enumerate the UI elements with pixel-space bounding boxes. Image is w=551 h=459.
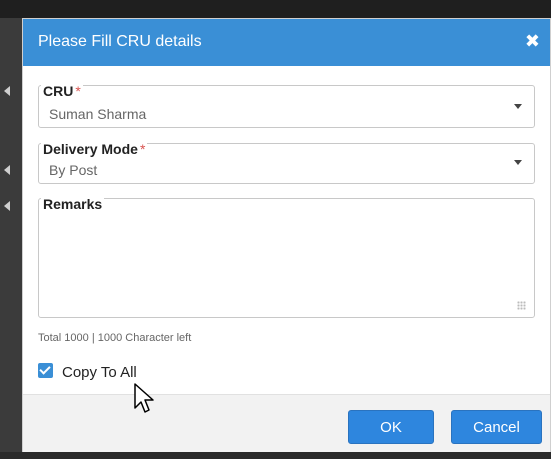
copy-to-all-label[interactable]: Copy To All	[62, 364, 137, 381]
close-icon[interactable]: ✖	[525, 31, 540, 52]
delivery-mode-select[interactable]: Delivery Mode * By Post	[38, 141, 535, 184]
cru-label: CRU *	[41, 83, 83, 99]
required-mark: *	[139, 141, 146, 157]
chevron-down-icon[interactable]	[514, 104, 522, 109]
backdrop-bottom	[0, 452, 551, 459]
cru-select[interactable]: CRU * Suman Sharma	[38, 83, 535, 128]
backdrop-left	[0, 18, 22, 459]
delivery-mode-label: Delivery Mode *	[41, 141, 148, 157]
cancel-button[interactable]: Cancel	[451, 410, 542, 444]
ok-button[interactable]: OK	[348, 410, 434, 444]
copy-to-all-checkbox[interactable]	[38, 363, 53, 378]
arrow-left-icon	[4, 201, 10, 211]
dialog-title: Please Fill CRU details	[38, 33, 202, 50]
remarks-textarea[interactable]: Remarks	[38, 196, 535, 318]
cru-selected-value: Suman Sharma	[49, 106, 147, 122]
character-counter: Total 1000 | 1000 Character left	[38, 332, 192, 344]
arrow-left-icon	[4, 86, 10, 96]
required-mark: *	[75, 83, 81, 99]
dialog-footer: OK Cancel	[23, 394, 550, 452]
arrow-left-icon	[4, 165, 10, 175]
dialog-header: Please Fill CRU details ✖	[23, 19, 550, 66]
cursor-icon	[134, 383, 154, 413]
cru-details-dialog: Please Fill CRU details ✖ CRU * Suman Sha…	[22, 18, 551, 452]
chevron-down-icon[interactable]	[514, 160, 522, 165]
remarks-label: Remarks	[41, 196, 105, 212]
resize-icon[interactable]	[517, 301, 526, 310]
delivery-mode-selected-value: By Post	[49, 162, 98, 178]
backdrop-top	[0, 0, 551, 18]
